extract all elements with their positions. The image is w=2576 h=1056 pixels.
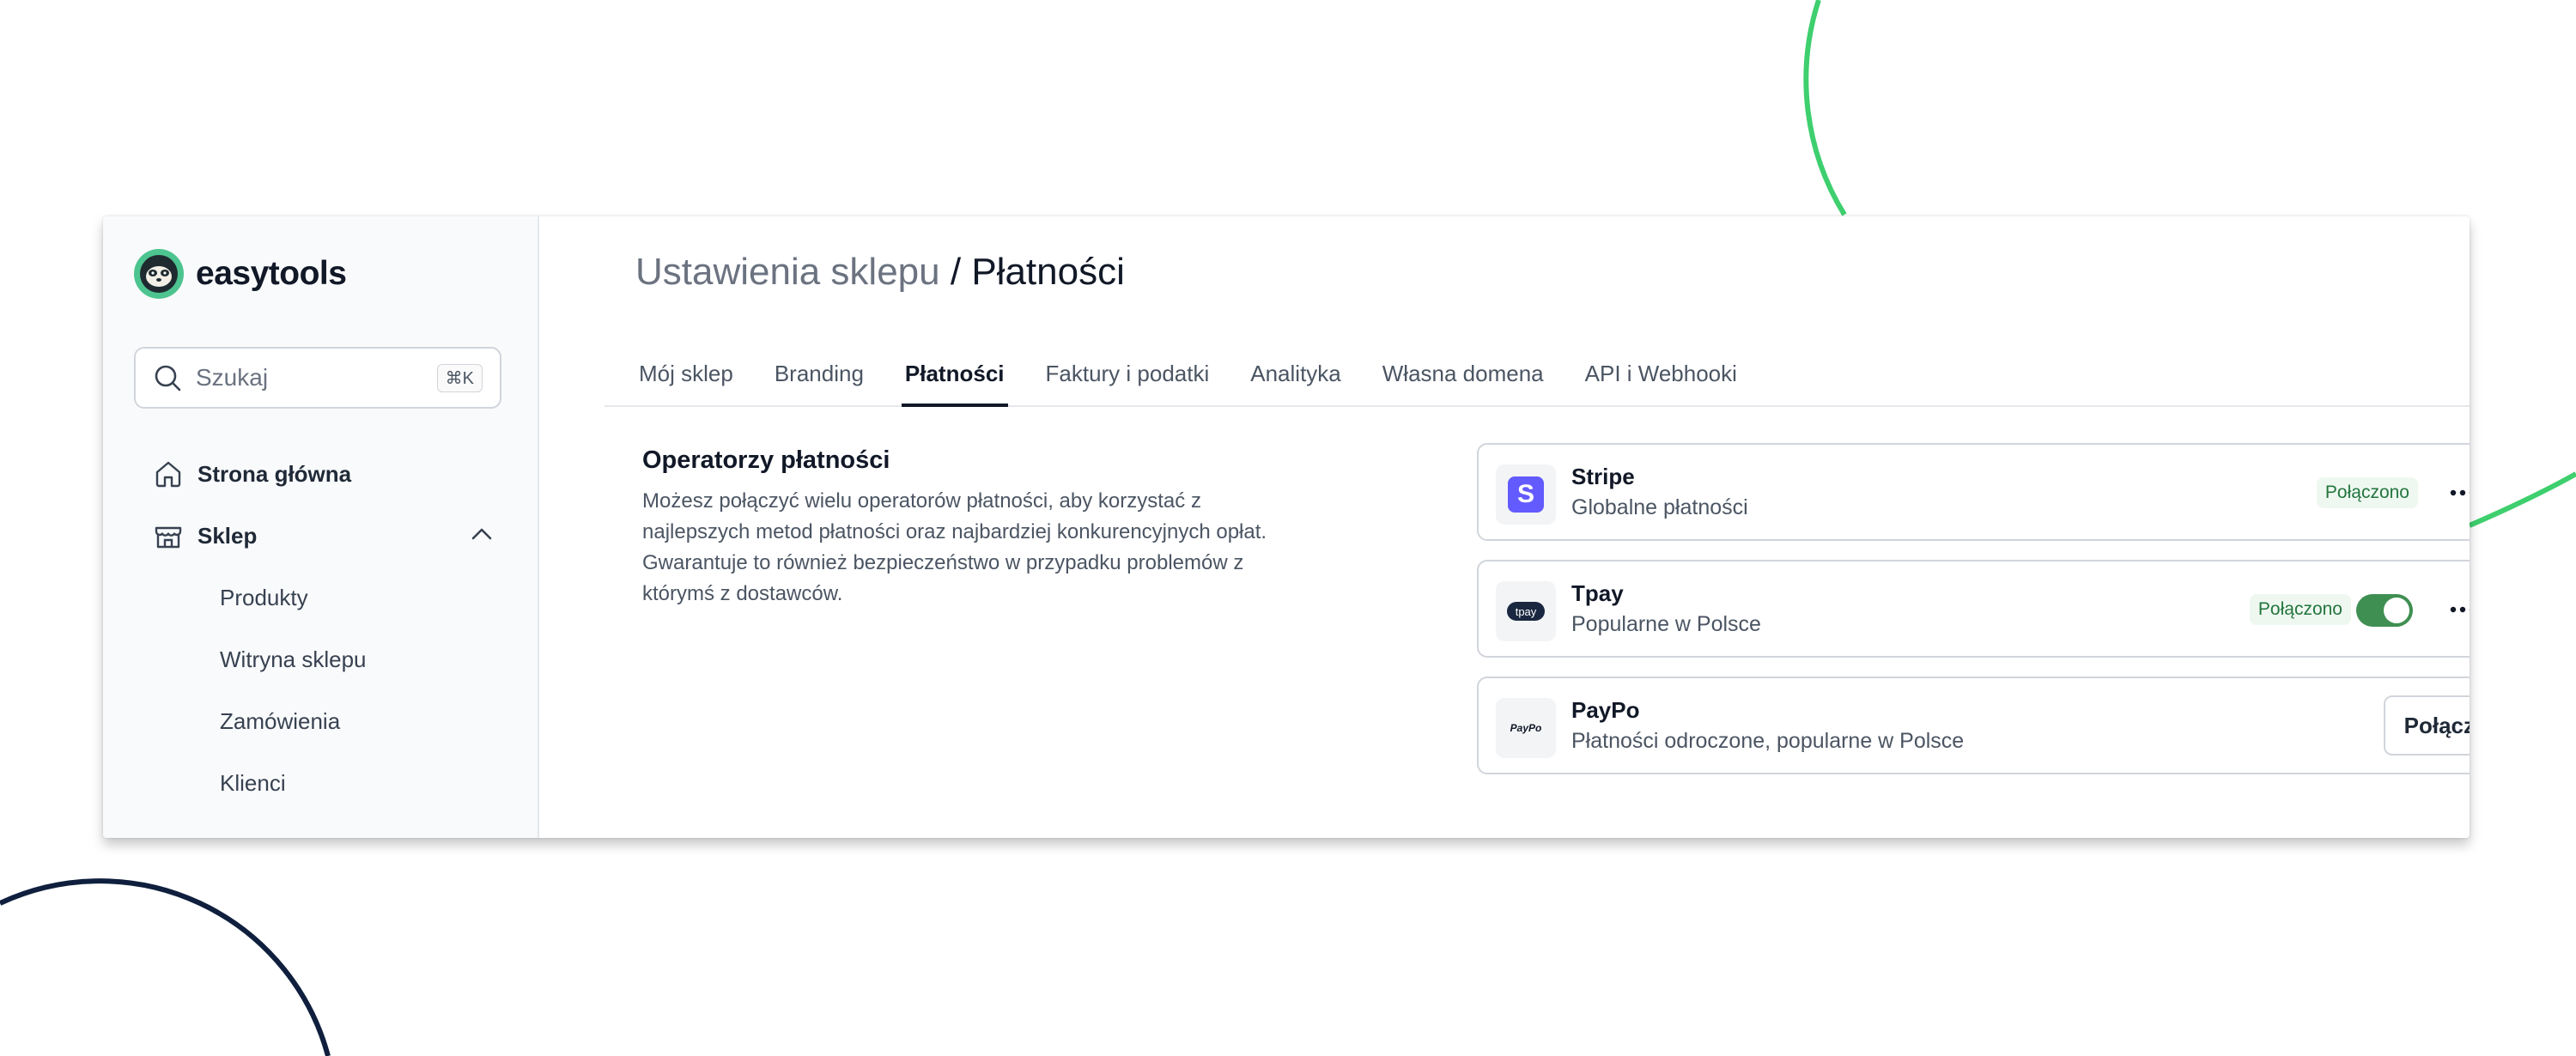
main-content: Ustawienia sklepu / Płatności Mój sklep … [539, 216, 2470, 838]
provider-card-tpay: tpay Tpay Popularne w Polsce Połączono [1477, 560, 2470, 658]
section-description: Możesz połączyć wielu operatorów płatnoś… [642, 489, 1267, 605]
provider-card-stripe: S Stripe Globalne płatności Połączono [1477, 443, 2470, 541]
breadcrumb-current: Płatności [971, 251, 1125, 293]
tab-my-shop[interactable]: Mój sklep [635, 345, 737, 405]
search-input[interactable] [194, 363, 437, 392]
tab-custom-domain[interactable]: Własna domena [1379, 345, 1547, 405]
tab-branding[interactable]: Branding [771, 345, 867, 405]
sidebar-subitem-orders[interactable]: Zamówienia [134, 690, 508, 752]
logo[interactable]: easytools [134, 249, 347, 299]
sidebar-subitem-products[interactable]: Produkty [134, 567, 508, 628]
green-arc-right [2468, 471, 2576, 528]
more-options-icon[interactable] [2445, 477, 2470, 508]
sidebar-item-shop[interactable]: Sklep [134, 505, 508, 567]
provider-name: Tpay [1571, 580, 1624, 606]
sidebar-item-label: Strona główna [197, 460, 352, 487]
section-title: Operatorzy płatności [642, 446, 890, 474]
green-arc-top [1803, 0, 1847, 216]
sidebar-item-home[interactable]: Strona główna [134, 443, 508, 505]
provider-name: Stripe [1571, 464, 1635, 489]
tab-analytics[interactable]: Analityka [1247, 345, 1345, 405]
sidebar-nav: Strona główna Sklep Produkty Witryna skl… [134, 443, 508, 814]
sidebar: easytools ⌘K Strona główna [103, 216, 539, 838]
settings-tabs: Mój sklep Branding Płatności Faktury i p… [605, 345, 2470, 407]
logo-text: easytools [196, 255, 347, 292]
search-box[interactable]: ⌘K [134, 347, 501, 409]
tpay-logo-icon: tpay [1496, 581, 1556, 641]
search-shortcut: ⌘K [436, 363, 483, 392]
sloth-logo-icon [134, 249, 184, 299]
chevron-up-icon[interactable] [471, 525, 493, 543]
sidebar-subitem-storefront[interactable]: Witryna sklepu [134, 628, 508, 690]
paypo-logo-text: PayPo [1510, 722, 1542, 734]
tab-payments[interactable]: Płatności [901, 345, 1008, 407]
status-badge: Połączono [2316, 477, 2418, 508]
toggle-knob [2384, 598, 2409, 623]
payment-providers-list: S Stripe Globalne płatności Połączono tp… [1477, 443, 2470, 793]
breadcrumb-separator: / [950, 251, 962, 293]
tab-invoices-taxes[interactable]: Faktury i podatki [1042, 345, 1213, 405]
enable-toggle[interactable] [2356, 594, 2413, 627]
stripe-logo-text: S [1508, 476, 1544, 513]
status-badge: Połączono [2249, 594, 2351, 625]
breadcrumb-parent[interactable]: Ustawienia sklepu [635, 251, 940, 293]
provider-description: Popularne w Polsce [1571, 612, 1761, 636]
paypo-logo-icon: PayPo [1496, 698, 1556, 758]
provider-name: PayPo [1571, 697, 1640, 723]
sidebar-item-label: Sklep [197, 522, 258, 549]
app-window: easytools ⌘K Strona główna [103, 216, 2470, 838]
stripe-logo-icon: S [1496, 464, 1556, 525]
connect-button[interactable]: Połącz [2383, 695, 2470, 756]
page-title: Ustawienia sklepu / Płatności [635, 251, 1125, 294]
provider-description: Globalne płatności [1571, 495, 1748, 519]
search-icon [155, 365, 181, 391]
store-icon [155, 526, 182, 549]
provider-description: Płatności odroczone, popularne w Polsce [1571, 729, 1965, 753]
more-options-icon[interactable] [2445, 594, 2470, 625]
sidebar-subitem-customers[interactable]: Klienci [134, 752, 508, 814]
navy-arc-bottom [0, 878, 331, 1056]
tab-api-webhooks[interactable]: API i Webhooki [1582, 345, 1741, 405]
home-icon [155, 461, 181, 488]
provider-card-paypo: PayPo PayPo Płatności odroczone, popular… [1477, 677, 2470, 774]
tpay-logo-text: tpay [1507, 602, 1545, 621]
